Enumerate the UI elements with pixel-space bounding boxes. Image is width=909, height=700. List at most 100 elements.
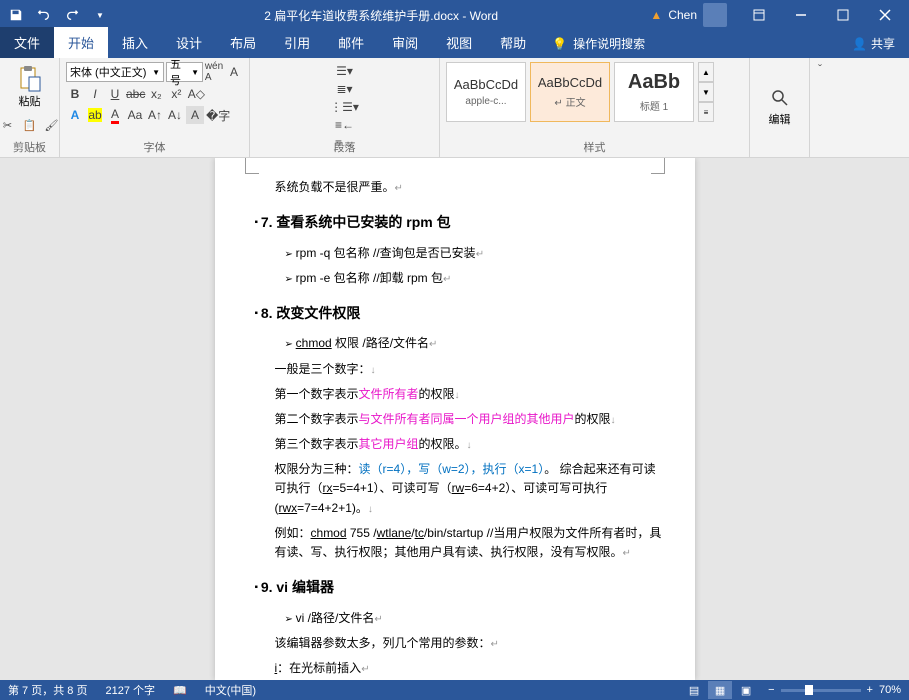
title-bar: ▼ 2 扁平化车道收费系统维护手册.docx - Word ▲ Chen [0,0,909,30]
body-text[interactable]: 例如：chmod 755 /wtlane/tc/bin/startup //当用… [275,524,665,562]
zoom-slider[interactable] [781,689,861,692]
zoom-level[interactable]: 70% [879,684,901,696]
body-text[interactable]: 第三个数字表示其它用户组的权限。↓ [275,435,665,454]
user-account[interactable]: ▲ Chen [650,3,727,27]
decrease-indent-button[interactable]: ≡← [256,116,433,134]
italic-button[interactable]: I [86,85,104,103]
zoom-controls: − + 70% [768,684,901,696]
list-item[interactable]: rpm -q 包名称 //查询包是否已安装↵ [285,244,665,263]
style-normal[interactable]: AaBbCcDd ↵ 正文 [530,62,610,122]
tab-help[interactable]: 帮助 [486,27,540,58]
read-mode-button[interactable]: ▤ [682,681,706,699]
tab-design[interactable]: 设计 [162,27,216,58]
tell-me[interactable]: 💡操作说明搜索 [540,29,657,58]
bold-button[interactable]: B [66,85,84,103]
maximize-button[interactable] [823,0,863,30]
tab-references[interactable]: 引用 [270,27,324,58]
format-painter-button[interactable]: 🖌 [42,116,62,134]
ribbon: 粘贴 ✂ 📋 🖌 剪贴板 宋体 (中文正文)▼ 五号▼ wénA A B I U… [0,58,909,158]
word-count[interactable]: 2127 个字 [105,682,155,698]
tab-file[interactable]: 文件 [0,27,54,58]
zoom-in-button[interactable]: + [867,684,873,696]
web-layout-button[interactable]: ▣ [734,681,758,699]
group-font: 宋体 (中文正文)▼ 五号▼ wénA A B I U abc x₂ x² A◇… [60,58,250,157]
char-border-button[interactable]: A [225,63,243,81]
char-shading-button[interactable]: Aa [126,106,144,124]
subscript-button[interactable]: x₂ [147,85,165,103]
ribbon-display-button[interactable] [739,0,779,30]
share-button[interactable]: 👤共享 [838,29,909,58]
zoom-out-button[interactable]: − [768,684,774,696]
text-effect-button[interactable]: A [66,106,84,124]
group-paragraph: ☰▾ ≣▾ ⋮☰▾ ≡← ≡→ ≡ ≡ ≡ ≡ ☰ ↕≡ 🪣 ⊞ A↓Z ¶ ✕ [250,58,440,157]
body-text[interactable]: 第二个数字表示与文件所有者同属一个用户组的其他用户的权限↓ [275,410,665,429]
strike-button[interactable]: abc [126,85,145,103]
highlight-button[interactable]: ab [86,106,104,124]
font-name-select[interactable]: 宋体 (中文正文)▼ [66,62,164,82]
paste-button[interactable]: 粘贴 [10,62,50,112]
underline-button[interactable]: U [106,85,124,103]
tab-home[interactable]: 开始 [54,27,108,58]
quick-access-toolbar: ▼ [4,3,112,27]
document-title: 2 扁平化车道收费系统维护手册.docx - Word [112,7,650,24]
redo-button[interactable] [60,3,84,27]
body-text[interactable]: 权限分为三种：读（r=4），写（w=2），执行（x=1）。 综合起来还有可读可执… [275,460,665,518]
list-item[interactable]: vi /路径/文件名↵ [285,609,665,628]
style-apple[interactable]: AaBbCcDd apple-c... [446,62,526,122]
close-button[interactable] [865,0,905,30]
heading[interactable]: 7. 查看系统中已安装的 rpm 包 [255,211,665,233]
group-clipboard: 粘贴 ✂ 📋 🖌 剪贴板 [0,58,60,157]
heading[interactable]: 8. 改变文件权限 [255,302,665,324]
undo-button[interactable] [32,3,56,27]
body-text[interactable]: 系统负载不是很严重。↵ [275,178,665,197]
share-icon: 👤 [852,37,867,51]
group-label: 字体 [60,139,249,155]
enclosed-button[interactable]: �字 [206,106,230,124]
document-area[interactable]: 系统负载不是很严重。↵ 7. 查看系统中已安装的 rpm 包 rpm -q 包名… [0,158,909,680]
ribbon-tabs: 文件 开始 插入 设计 布局 引用 邮件 审阅 视图 帮助 💡操作说明搜索 👤共… [0,30,909,58]
group-editing: 编辑 [750,58,810,157]
warning-icon: ▲ [650,8,662,22]
copy-button[interactable]: 📋 [20,116,40,134]
bullets-button[interactable]: ☰▾ [256,62,433,80]
body-text[interactable]: 一般是三个数字：↓ [275,360,665,379]
page-number[interactable]: 第 7 页，共 8 页 [8,682,87,698]
body-text[interactable]: 该编辑器参数太多，列几个常用的参数：↵ [275,634,665,653]
username: Chen [668,8,697,22]
body-text[interactable]: i：在光标前插入↵ [275,659,665,678]
style-heading1[interactable]: AaBb 标题 1 [614,62,694,122]
language[interactable]: 中文(中国) [205,682,256,698]
qat-customize[interactable]: ▼ [88,3,112,27]
save-button[interactable] [4,3,28,27]
shrink-font-button[interactable]: A↓ [166,106,184,124]
numbering-button[interactable]: ≣▾ [256,80,433,98]
cut-button[interactable]: ✂ [0,116,18,134]
page-corner-mark [651,158,665,174]
group-label: 样式 [440,139,749,155]
tab-insert[interactable]: 插入 [108,27,162,58]
multilevel-button[interactable]: ⋮☰▾ [256,98,433,116]
collapse-ribbon-button[interactable]: ˇ [810,58,830,157]
find-button[interactable]: 编辑 [769,88,791,127]
tab-review[interactable]: 审阅 [378,27,432,58]
list-item[interactable]: rpm -e 包名称 //卸载 rpm 包↵ [285,269,665,288]
list-item[interactable]: chmod 权限 /路径/文件名↵ [285,334,665,353]
styles-gallery-more[interactable]: ▲▼≡ [698,62,714,122]
tab-layout[interactable]: 布局 [216,27,270,58]
tab-view[interactable]: 视图 [432,27,486,58]
heading[interactable]: 9. vi 编辑器 [255,576,665,598]
clear-format-button[interactable]: A◇ [187,85,205,103]
bulb-icon: 💡 [552,37,567,51]
superscript-button[interactable]: x² [167,85,185,103]
tab-mail[interactable]: 邮件 [324,27,378,58]
font-size-select[interactable]: 五号▼ [166,62,203,82]
phonetic-guide-button[interactable]: wénA [205,63,223,81]
status-bar: 第 7 页，共 8 页 2127 个字 📖 中文(中国) ▤ ▦ ▣ − + 7… [0,680,909,700]
enclose-char-button[interactable]: A [186,106,204,124]
grow-font-button[interactable]: A↑ [146,106,164,124]
body-text[interactable]: 第一个数字表示文件所有者的权限↓ [275,385,665,404]
font-color-button[interactable]: A [106,106,124,124]
spell-check-icon[interactable]: 📖 [173,684,187,697]
print-layout-button[interactable]: ▦ [708,681,732,699]
minimize-button[interactable] [781,0,821,30]
